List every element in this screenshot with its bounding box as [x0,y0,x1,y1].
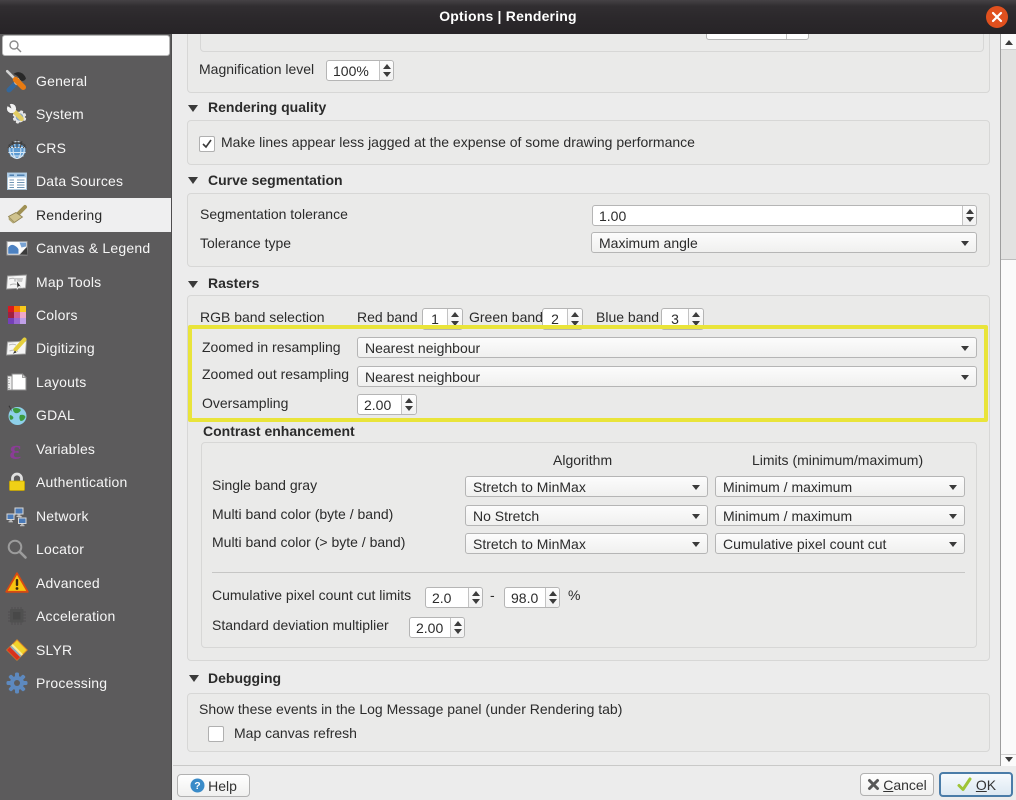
svg-text:ε: ε [10,434,22,464]
svg-text:?: ? [194,780,200,792]
